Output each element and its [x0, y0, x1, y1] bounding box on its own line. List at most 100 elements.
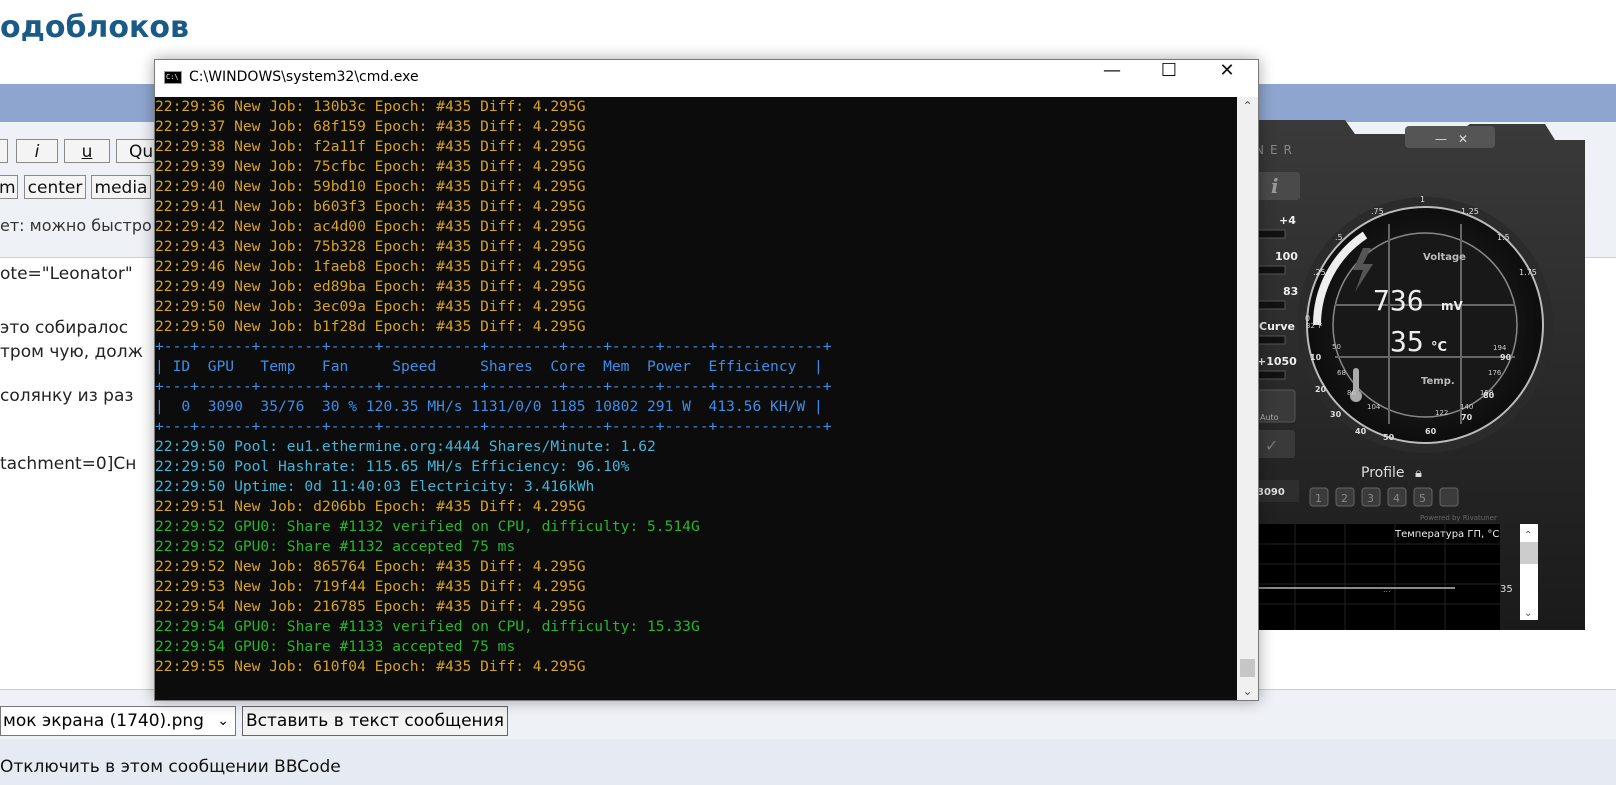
scale-label: 40	[1355, 427, 1367, 436]
slider-track[interactable]	[1255, 335, 1286, 345]
console-line: 22:29:52 New Job: 865764 Epoch: #435 Dif…	[155, 558, 586, 575]
temp-f-max: 194	[1493, 344, 1507, 352]
console-line: 22:29:49 New Job: ed89ba Epoch: #435 Dif…	[155, 278, 586, 295]
scale-label: 86	[1347, 389, 1356, 397]
console-line: 22:29:41 New Job: b603f3 Epoch: #435 Dif…	[155, 198, 586, 215]
temp-label: Temp.	[1421, 376, 1455, 387]
console-line: 22:29:40 New Job: 59bd10 Epoch: #435 Dif…	[155, 178, 586, 195]
console-line: 22:29:39 New Job: 75cfbc Epoch: #435 Dif…	[155, 158, 586, 175]
chevron-down-icon: ⌄	[217, 713, 229, 729]
graph-scroll-thumb[interactable]	[1520, 542, 1538, 564]
scale-label: 10	[1310, 353, 1322, 362]
console-line: 22:29:52 GPU0: Share #1132 accepted 75 m…	[155, 538, 516, 555]
console-line: 22:29:55 New Job: 610f04 Epoch: #435 Dif…	[155, 658, 586, 675]
graph-flat-marker: ...	[1383, 585, 1391, 594]
profile-slot-label: 2	[1341, 492, 1348, 505]
slider-track[interactable]	[1255, 265, 1286, 275]
voltage-label: Voltage	[1423, 252, 1466, 263]
console-line: +---+------+-------+-----+-----------+--…	[155, 378, 832, 395]
scale-label: 1.5	[1497, 233, 1510, 242]
scale-label: 90	[1500, 353, 1512, 362]
console-line: +---+------+-------+-----+-----------+--…	[155, 338, 832, 355]
scale-label: .25	[1313, 268, 1326, 277]
disable-bbcode-label[interactable]: Отключить в этом сообщении BBCode	[0, 757, 341, 777]
underline-button[interactable]: u	[64, 139, 110, 163]
scale-label: 50	[1332, 343, 1341, 351]
bbcode-button-partial[interactable]	[0, 139, 8, 163]
insert-into-message-button[interactable]: Вставить в текст сообщения	[242, 706, 508, 736]
console-line: 22:29:50 Uptime: 0d 11:40:03 Electricity…	[155, 478, 595, 495]
minimize-button[interactable]: —	[1083, 60, 1141, 97]
vertical-scrollbar[interactable]: ⌃ ⌄	[1237, 97, 1258, 700]
console-line: 22:29:38 New Job: f2a11f Epoch: #435 Dif…	[155, 138, 586, 155]
slider-value: +4	[1279, 214, 1296, 227]
profile-slot-label: 4	[1393, 492, 1400, 505]
media-button[interactable]: media	[91, 175, 151, 199]
console-line: 22:29:50 Pool Hashrate: 115.65 MH/s Effi…	[155, 458, 630, 475]
scroll-up-icon[interactable]: ⌃	[1237, 99, 1258, 113]
afterburner-minimize-button[interactable]: —	[1435, 132, 1447, 146]
console-line: 22:29:54 GPU0: Share #1133 accepted 75 m…	[155, 638, 516, 655]
graph-scroll-up-icon[interactable]: ⌃	[1524, 530, 1532, 541]
checkmark-icon: ✓	[1265, 436, 1278, 455]
voltage-unit: mV	[1441, 299, 1464, 313]
attachment-select-value: мок экрана (1740).png	[3, 711, 204, 731]
quote-button[interactable]: Qu	[116, 139, 156, 163]
powered-by: Powered by Rivatuner	[1420, 514, 1497, 522]
graph-scroll-down-icon[interactable]: ⌄	[1524, 608, 1532, 619]
scale-label: 1	[1420, 195, 1425, 204]
cmd-window[interactable]: C:\ C:\WINDOWS\system32\cmd.exe — ☐ ✕ 22…	[154, 59, 1259, 701]
scale-label: 68	[1337, 369, 1346, 377]
scale-label: 50	[1383, 433, 1395, 442]
scale-label: 20	[1315, 385, 1327, 394]
save-profile-button[interactable]	[1439, 487, 1459, 507]
format-hint: ет: можно быстро	[0, 216, 152, 235]
editor-line: солянку из раз	[0, 386, 134, 406]
scroll-down-icon[interactable]: ⌄	[1237, 684, 1258, 698]
graph-value: 35	[1500, 584, 1513, 595]
temp-value: 35	[1390, 325, 1424, 358]
info-icon: i	[1271, 174, 1279, 198]
attachment-select[interactable]: мок экрана (1740).png ⌄	[0, 706, 236, 736]
maximize-button[interactable]: ☐	[1140, 60, 1198, 97]
window-title: C:\WINDOWS\system32\cmd.exe	[189, 69, 419, 85]
slider-track[interactable]	[1255, 300, 1286, 310]
slider-track[interactable]	[1255, 370, 1286, 380]
console-line: 22:29:46 New Job: 1faeb8 Epoch: #435 Dif…	[155, 258, 586, 275]
scroll-thumb[interactable]	[1240, 659, 1255, 677]
slider-track[interactable]	[1255, 229, 1286, 239]
profile-label: Profile	[1361, 465, 1405, 481]
scale-label: 70	[1461, 413, 1473, 422]
close-button[interactable]: ✕	[1198, 60, 1256, 97]
console-line: 22:29:43 New Job: 75b328 Epoch: #435 Dif…	[155, 238, 586, 255]
scale-label: 140	[1460, 403, 1473, 411]
scale-label: 104	[1367, 403, 1381, 411]
scale-label: 80	[1483, 391, 1495, 400]
auto-label: Auto	[1260, 413, 1279, 422]
lock-icon[interactable]: 🔒︎	[1415, 466, 1422, 481]
console-line: 22:29:37 New Job: 68f159 Epoch: #435 Dif…	[155, 118, 586, 135]
bbcode-m-button[interactable]: m	[0, 175, 18, 199]
page-title: одоблоков	[0, 10, 189, 45]
console-line: | ID GPU Temp Fan Speed Shares Core Mem …	[155, 358, 823, 375]
scale-label: .75	[1371, 207, 1384, 216]
afterburner-close-button[interactable]: ✕	[1458, 132, 1468, 146]
scale-label: 30	[1330, 410, 1342, 419]
console-line: 22:29:50 New Job: 3ec09a Epoch: #435 Dif…	[155, 298, 586, 315]
graph-title: Температура ГП, °C	[1394, 529, 1499, 540]
console-line: 22:29:42 New Job: ac4d00 Epoch: #435 Dif…	[155, 218, 586, 235]
afterburner-control-box	[1405, 126, 1495, 148]
console-line: 22:29:52 GPU0: Share #1132 verified on C…	[155, 518, 700, 535]
curve-button[interactable]: Curve	[1259, 320, 1295, 333]
scale-label: 1.75	[1519, 268, 1537, 277]
cmd-titlebar[interactable]: C:\ C:\WINDOWS\system32\cmd.exe — ☐ ✕	[155, 60, 1258, 97]
console-line: 22:29:51 New Job: d206bb Epoch: #435 Dif…	[155, 498, 586, 515]
console-line: 22:29:36 New Job: 130b3c Epoch: #435 Dif…	[155, 98, 586, 115]
italic-button[interactable]: i	[16, 139, 58, 163]
console-output[interactable]: 22:29:36 New Job: 130b3c Epoch: #435 Dif…	[155, 97, 1237, 700]
profile-slot-label: 1	[1315, 492, 1322, 505]
center-button[interactable]: center	[24, 175, 86, 199]
profile-slot-label: 3	[1367, 492, 1374, 505]
console-line: 22:29:50 Pool: eu1.ethermine.org:4444 Sh…	[155, 438, 656, 455]
slider-value: 83	[1283, 285, 1298, 298]
